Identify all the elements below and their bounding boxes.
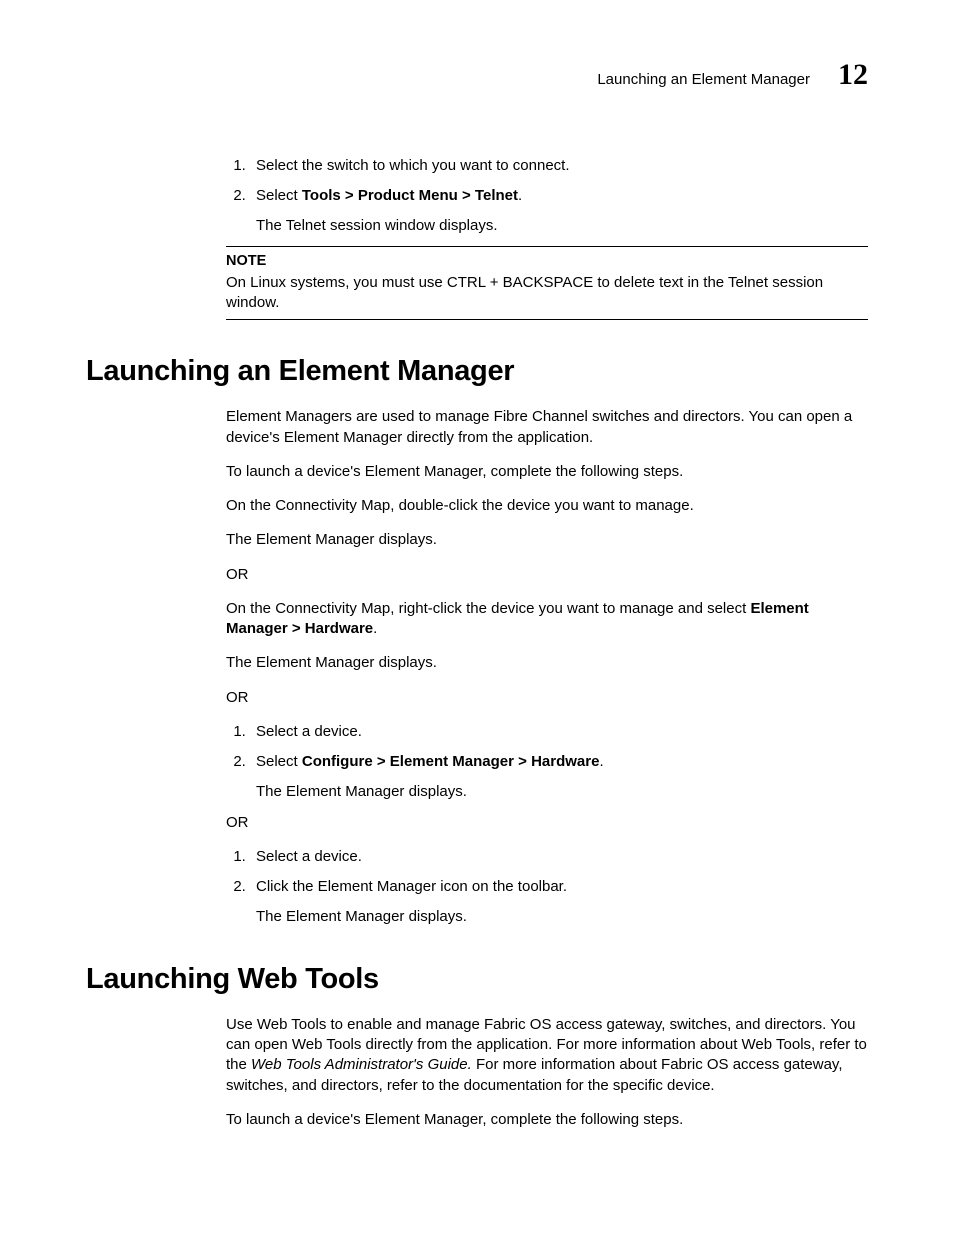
step-text: Select a device. [256, 848, 362, 865]
paragraph: Element Managers are used to manage Fibr… [226, 407, 868, 448]
paragraph: The Element Manager displays. [226, 530, 868, 550]
section1-body: Element Managers are used to manage Fibr… [226, 407, 868, 927]
list-item: Select Tools > Product Menu > Telnet. Th… [250, 186, 868, 237]
step-subtext: The Telnet session window displays. [256, 216, 868, 236]
intro-block: Select the switch to which you want to c… [226, 156, 868, 321]
note-text: On Linux systems, you must use CTRL + BA… [226, 273, 868, 314]
page: Launching an Element Manager 12 Select t… [0, 0, 954, 1235]
or-separator: OR [226, 565, 868, 585]
step-subtext: The Element Manager displays. [256, 782, 868, 802]
paragraph: To launch a device's Element Manager, co… [226, 1110, 868, 1130]
header-title: Launching an Element Manager [597, 70, 810, 90]
step-text-post: . [518, 187, 522, 204]
section-heading-element-manager: Launching an Element Manager [86, 352, 868, 391]
note-label: NOTE [226, 252, 868, 272]
text-post: . [373, 620, 377, 637]
step-text-pre: Select [256, 753, 302, 770]
list-item: Select a device. [250, 722, 868, 742]
step-text: Select the switch to which you want to c… [256, 157, 570, 174]
note-box: NOTE On Linux systems, you must use CTRL… [226, 246, 868, 320]
chapter-number: 12 [838, 55, 868, 96]
list-item: Click the Element Manager icon on the to… [250, 877, 868, 928]
paragraph: On the Connectivity Map, right-click the… [226, 599, 868, 640]
text-italic: Web Tools Administrator's Guide. [251, 1056, 472, 1073]
steps-list-b: Select a device. Click the Element Manag… [226, 847, 868, 928]
intro-steps: Select the switch to which you want to c… [226, 156, 868, 237]
step-text: Select a device. [256, 723, 362, 740]
step-text-bold: Configure > Element Manager > Hardware [302, 753, 600, 770]
paragraph: To launch a device's Element Manager, co… [226, 462, 868, 482]
step-text-bold: Tools > Product Menu > Telnet [302, 187, 518, 204]
steps-list-a: Select a device. Select Configure > Elem… [226, 722, 868, 803]
step-text-post: . [599, 753, 603, 770]
step-text-pre: Select [256, 187, 302, 204]
step-text: Click the Element Manager icon on the to… [256, 878, 567, 895]
paragraph: On the Connectivity Map, double-click th… [226, 496, 868, 516]
list-item: Select a device. [250, 847, 868, 867]
list-item: Select the switch to which you want to c… [250, 156, 868, 176]
page-header: Launching an Element Manager 12 [86, 55, 868, 96]
step-subtext: The Element Manager displays. [256, 907, 868, 927]
paragraph: The Element Manager displays. [226, 653, 868, 673]
or-separator: OR [226, 813, 868, 833]
section-heading-web-tools: Launching Web Tools [86, 960, 868, 999]
text-pre: On the Connectivity Map, right-click the… [226, 600, 750, 617]
section2-body: Use Web Tools to enable and manage Fabri… [226, 1015, 868, 1130]
paragraph: Use Web Tools to enable and manage Fabri… [226, 1015, 868, 1096]
or-separator: OR [226, 688, 868, 708]
list-item: Select Configure > Element Manager > Har… [250, 752, 868, 803]
